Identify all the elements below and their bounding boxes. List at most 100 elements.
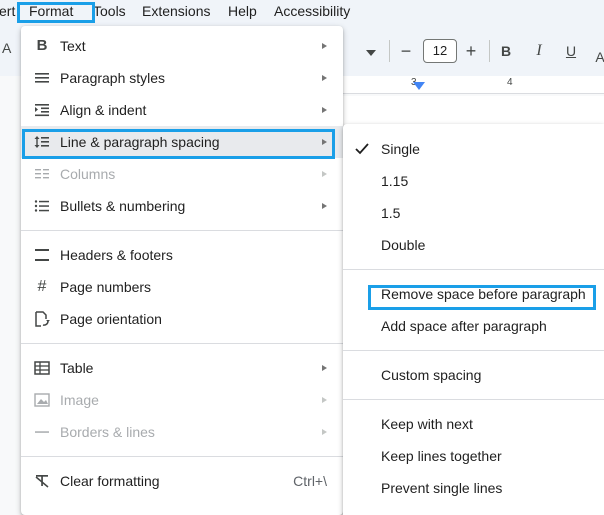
custom-spacing[interactable]: Custom spacing [343,359,604,391]
submenu-arrow-icon [322,365,327,371]
menu-separator [343,399,604,400]
menu-item-label: Page orientation [60,311,162,327]
menu-item-text[interactable]: B Text [21,30,343,62]
menu-item-label: Columns [60,166,116,182]
menu-item-label: Headers & footers [60,247,173,263]
menu-item-paragraph-styles[interactable]: Paragraph styles [21,62,343,94]
submenu-item-label: Remove space before paragraph [381,286,586,302]
font-size-input[interactable]: 12 [423,39,457,63]
menu-item-label: Align & indent [60,102,147,118]
menu-separator [21,230,343,231]
menu-item-label: Paragraph styles [60,70,166,86]
menu-bar: ert Format Tools Extensions Help Accessi… [0,0,604,24]
submenu-arrow-icon [322,203,327,209]
underline-button[interactable]: U [564,36,578,66]
line-spacing-icon [33,133,51,151]
submenu-arrow-icon [322,107,327,113]
submenu-arrow-icon [322,43,327,49]
table-icon [33,359,51,377]
menu-item-align-indent[interactable]: Align & indent [21,94,343,126]
italic-button[interactable]: I [532,36,546,66]
align-indent-icon [33,101,51,119]
submenu-item-label: Single [381,141,420,157]
menu-item-label: Page numbers [60,279,152,295]
menu-help[interactable]: Help [228,3,257,20]
headers-footers-icon [33,246,51,264]
bold-icon: B [36,37,48,54]
spacing-1-5[interactable]: 1.5 [343,197,604,229]
submenu-item-label: 1.5 [381,205,401,221]
borders-lines-icon [33,423,51,441]
menu-accessibility[interactable]: Accessibility [274,3,350,20]
keep-with-next[interactable]: Keep with next [343,408,604,440]
menu-extensions[interactable]: Extensions [142,3,210,20]
menu-item-label: Line & paragraph spacing [60,134,220,150]
menu-item-columns[interactable]: Columns [21,158,343,190]
menu-separator [343,269,604,270]
menu-item-table[interactable]: Table [21,352,343,384]
menu-item-label: Borders & lines [60,424,155,440]
submenu-arrow-icon [322,397,327,403]
toolbar-partial-icon: A [2,40,12,56]
bullets-icon [33,197,51,215]
menu-item-bullets-numbering[interactable]: Bullets & numbering [21,190,343,222]
spacing-1-15[interactable]: 1.15 [343,165,604,197]
submenu-item-label: Custom spacing [381,367,482,383]
decrease-font-size-button[interactable]: − [398,36,414,66]
toolbar-divider [389,40,390,62]
menu-separator [21,456,343,457]
toolbar-divider [489,40,490,62]
prevent-single-lines[interactable]: Prevent single lines [343,472,604,504]
paragraph-styles-icon [33,69,51,87]
columns-icon [33,165,51,183]
text-color-icon[interactable]: A [594,36,604,66]
menu-item-image[interactable]: Image [21,384,343,416]
menu-item-page-orientation[interactable]: Page orientation [21,303,343,335]
menu-tools[interactable]: Tools [93,3,126,20]
menu-item-clear-formatting[interactable]: Clear formatting Ctrl+\ [21,465,343,497]
increase-font-size-button[interactable]: + [463,36,479,66]
image-icon [33,391,51,409]
menu-item-page-numbers[interactable]: # Page numbers [21,271,343,303]
menu-item-label: Image [60,392,99,408]
submenu-arrow-icon [322,139,327,145]
menu-item-headers-footers[interactable]: Headers & footers [21,239,343,271]
submenu-item-label: Keep with next [381,416,473,432]
submenu-item-label: Keep lines together [381,448,502,464]
remove-space-before-paragraph[interactable]: Remove space before paragraph [343,278,604,310]
submenu-item-label: Add space after paragraph [381,318,547,334]
add-space-after-paragraph[interactable]: Add space after paragraph [343,310,604,342]
toolbar: − 12 + B I U A [343,36,604,66]
submenu-arrow-icon [322,171,327,177]
line-spacing-submenu: Single 1.15 1.5 Double Remove space befo… [343,124,604,515]
submenu-item-label: Prevent single lines [381,480,503,496]
menu-item-label: Clear formatting [60,473,160,489]
docs-window: ert Format Tools Extensions Help Accessi… [0,0,604,515]
menu-separator [21,343,343,344]
menu-format[interactable]: Format [29,3,73,20]
menu-item-shortcut: Ctrl+\ [293,473,327,489]
submenu-arrow-icon [322,429,327,435]
menu-insert[interactable]: ert [0,3,15,20]
spacing-double[interactable]: Double [343,229,604,261]
menu-item-label: Table [60,360,94,376]
page-orientation-icon [33,310,51,328]
hash-icon: # [37,278,47,295]
font-dropdown-arrow-icon[interactable] [365,36,377,66]
keep-lines-together[interactable]: Keep lines together [343,440,604,472]
submenu-item-label: Double [381,237,426,253]
menu-item-borders-lines[interactable]: Borders & lines [21,416,343,448]
check-icon [355,133,369,167]
indent-marker-icon[interactable] [413,82,425,90]
menu-separator [343,350,604,351]
submenu-item-label: 1.15 [381,173,409,189]
format-menu: B Text Paragraph styles Align & indent L… [21,26,343,515]
ruler-tick-4: 4 [507,77,513,88]
clear-formatting-icon [33,472,51,490]
submenu-arrow-icon [322,75,327,81]
spacing-single[interactable]: Single [343,133,604,165]
menu-item-line-paragraph-spacing[interactable]: Line & paragraph spacing [21,126,343,158]
menu-item-label: Bullets & numbering [60,198,186,214]
menu-item-label: Text [60,38,86,54]
bold-button[interactable]: B [499,36,513,66]
